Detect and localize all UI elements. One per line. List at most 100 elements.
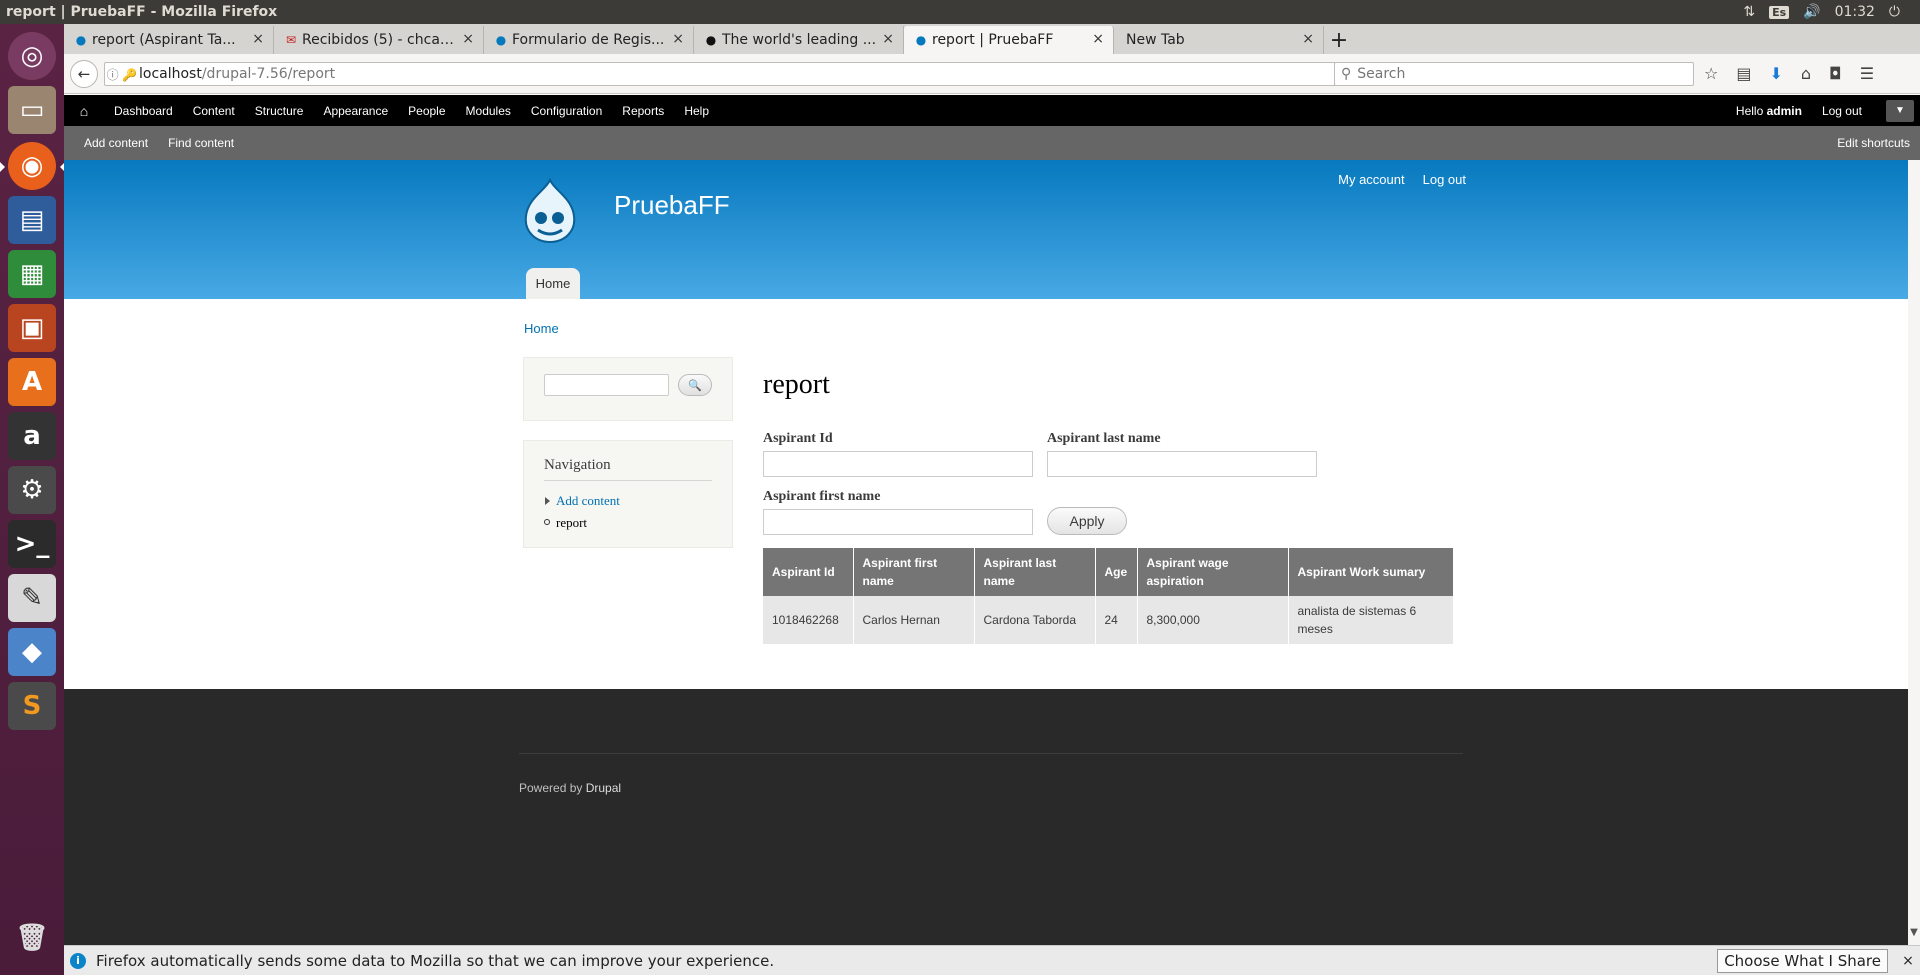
files-icon[interactable]: ▭ [8, 86, 56, 134]
keyboard-layout-indicator[interactable]: Es [1769, 5, 1790, 19]
pocket-icon[interactable]: ◘ [1829, 64, 1842, 83]
github-icon: ● [705, 33, 717, 47]
volume-icon[interactable]: 🔊 [1803, 4, 1820, 20]
bookmark-star-icon[interactable]: ☆ [1704, 64, 1718, 83]
admin-menu-content[interactable]: Content [183, 104, 245, 118]
navigation-bar: ← ⓘ 🔑 localhost /drupal-7.56/report ↻ ⚲ … [64, 54, 1920, 94]
aspirant-first-name-input[interactable] [763, 509, 1033, 535]
browser-search-box[interactable]: ⚲ [1334, 62, 1694, 86]
nav-link-report[interactable]: report [556, 515, 587, 530]
aspirant-last-name-input[interactable] [1047, 451, 1317, 477]
aspirant-id-label: Aspirant Id [763, 431, 833, 446]
close-notification-icon[interactable]: × [1896, 953, 1920, 969]
footer-divider [519, 753, 1463, 754]
virtualbox-icon[interactable]: ◆ [8, 628, 56, 676]
shortcuts-drawer-toggle[interactable]: ▼ [1886, 99, 1914, 122]
aspirant-first-name-label: Aspirant first name [763, 489, 881, 504]
header-aspirant-id[interactable]: Aspirant Id [763, 548, 854, 596]
close-icon[interactable]: × [1092, 31, 1104, 47]
site-name[interactable]: PruebaFF [614, 190, 730, 221]
edit-shortcuts-link[interactable]: Edit shortcuts [1837, 136, 1920, 150]
power-icon[interactable]: ⏻ [1889, 4, 1900, 20]
ubuntu-dash-icon[interactable]: ◎ [8, 32, 56, 80]
header-aspirant-last-name[interactable]: Aspirant last name [974, 548, 1096, 596]
header-work-summary[interactable]: Aspirant Work sumary [1288, 548, 1454, 596]
url-host: localhost [139, 66, 202, 82]
powered-by: Powered by Drupal [519, 781, 622, 795]
close-icon[interactable]: × [1302, 31, 1314, 47]
admin-menu-people[interactable]: People [398, 104, 455, 118]
breadcrumb[interactable]: Home [524, 321, 559, 336]
system-settings-icon[interactable]: ⚙ [8, 466, 56, 514]
close-icon[interactable]: × [672, 31, 684, 47]
impress-icon[interactable]: ▣ [8, 304, 56, 352]
choose-what-i-share-button[interactable]: Choose What I Share [1717, 948, 1888, 973]
admin-menu-modules[interactable]: Modules [456, 104, 521, 118]
admin-menu-configuration[interactable]: Configuration [521, 104, 612, 118]
close-icon[interactable]: × [462, 31, 474, 47]
close-icon[interactable]: × [882, 31, 894, 47]
nav-link-add-content[interactable]: Add content [556, 493, 620, 508]
hamburger-menu-icon[interactable]: ☰ [1860, 64, 1874, 83]
home-icon[interactable]: ⌂ [1801, 64, 1811, 83]
reading-list-icon[interactable]: ▤ [1736, 64, 1751, 83]
tab-gmail[interactable]: ✉ Recibidos (5) - chcar... × [274, 26, 484, 54]
page-scrollbar[interactable]: ▼ [1908, 160, 1920, 945]
main-menu-home-tab[interactable]: Home [526, 268, 580, 299]
clock[interactable]: 01:32 [1835, 4, 1875, 20]
apply-button[interactable]: Apply [1047, 507, 1127, 535]
cell-first-name: Carlos Hernan [853, 596, 975, 644]
tab-report-aspirant[interactable]: ● report (Aspirant Ta... × [64, 26, 274, 54]
trash-icon[interactable]: 🗑 [8, 914, 56, 962]
scroll-down-arrow-icon[interactable]: ▼ [1908, 927, 1920, 939]
shortcut-find-content[interactable]: Find content [158, 136, 244, 150]
shortcut-add-content[interactable]: Add content [74, 136, 158, 150]
drupal-link[interactable]: Drupal [586, 781, 621, 795]
header-wage-aspiration[interactable]: Aspirant wage aspiration [1137, 548, 1289, 596]
firefox-icon[interactable]: ◉ [0, 142, 65, 190]
calc-icon[interactable]: ▦ [8, 250, 56, 298]
tab-report-pruebaff[interactable]: ● report | PruebaFF × [904, 26, 1114, 54]
browser-search-input[interactable] [1357, 66, 1678, 82]
tab-github[interactable]: ● The world's leading ... × [694, 26, 904, 54]
page-title: report [763, 369, 830, 400]
admin-home-icon[interactable]: ⌂ [64, 103, 104, 119]
nav-item-report: report [544, 515, 712, 531]
admin-username-link[interactable]: admin [1767, 104, 1802, 118]
terminal-icon[interactable]: >_ [8, 520, 56, 568]
drupal-logo[interactable] [520, 178, 580, 244]
software-center-icon[interactable]: A [8, 358, 56, 406]
tab-new-tab[interactable]: New Tab × [1114, 26, 1324, 54]
close-icon[interactable]: × [252, 31, 264, 47]
tab-formulario[interactable]: ● Formulario de Regis... × [484, 26, 694, 54]
gmail-icon: ✉ [285, 33, 297, 47]
admin-toolbar: ⌂ Dashboard Content Structure Appearance… [64, 95, 1920, 126]
cell-last-name: Cardona Taborda [974, 596, 1096, 644]
text-editor-icon[interactable]: ✎ [8, 574, 56, 622]
new-tab-button[interactable]: + [1324, 26, 1354, 54]
header-age[interactable]: Age [1095, 548, 1138, 596]
downloads-icon[interactable]: ⬇ [1769, 64, 1782, 83]
amazon-icon[interactable]: a [8, 412, 56, 460]
admin-logout-link[interactable]: Log out [1812, 104, 1872, 118]
aspirant-id-input[interactable] [763, 451, 1033, 477]
header-aspirant-first-name[interactable]: Aspirant first name [853, 548, 975, 596]
admin-menu-dashboard[interactable]: Dashboard [104, 104, 183, 118]
admin-menu-help[interactable]: Help [674, 104, 719, 118]
sublime-text-icon[interactable]: S [8, 682, 56, 730]
site-info-icon[interactable]: ⓘ 🔑 [105, 66, 139, 83]
admin-menu-appearance[interactable]: Appearance [313, 104, 398, 118]
sidebar-search-button[interactable]: 🔍 [678, 374, 712, 396]
admin-menu-reports[interactable]: Reports [612, 104, 674, 118]
my-account-link[interactable]: My account [1338, 172, 1404, 187]
admin-menu-structure[interactable]: Structure [245, 104, 314, 118]
sidebar-search-input[interactable] [544, 374, 669, 396]
nav-item-add-content: Add content [544, 493, 712, 509]
site-logout-link[interactable]: Log out [1423, 172, 1466, 187]
back-button[interactable]: ← [70, 60, 98, 88]
search-icon: 🔍 [688, 378, 702, 392]
writer-icon[interactable]: ▤ [8, 196, 56, 244]
network-icon[interactable]: ⇅ [1743, 4, 1755, 20]
url-bar[interactable]: ⓘ 🔑 localhost /drupal-7.56/report ↻ [104, 62, 1364, 86]
secondary-menu: My account Log out [1338, 172, 1466, 187]
